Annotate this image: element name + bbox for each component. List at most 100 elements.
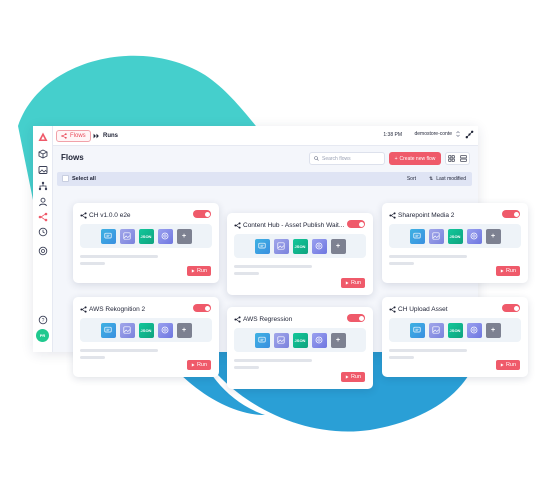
- help-icon[interactable]: ?: [38, 315, 48, 325]
- placeholder-line: [234, 359, 312, 362]
- domain-selector[interactable]: demostore-conte: [414, 131, 460, 137]
- flow-card[interactable]: AWS Regression JSON + Run: [227, 307, 373, 389]
- enable-toggle[interactable]: [347, 314, 365, 322]
- avatar[interactable]: PR: [36, 329, 49, 342]
- placeholder-line: [80, 356, 105, 359]
- hierarchy-icon[interactable]: [38, 181, 48, 191]
- search-placeholder: Search flows: [322, 155, 351, 162]
- clock-icon[interactable]: [38, 227, 48, 237]
- play-icon: [191, 269, 195, 273]
- plus-icon: +: [394, 155, 398, 162]
- image-step-icon[interactable]: [273, 332, 289, 348]
- chat-step-icon[interactable]: [254, 238, 270, 254]
- json-step-icon[interactable]: JSON: [138, 228, 154, 244]
- play-icon: [345, 281, 349, 285]
- run-button[interactable]: Run: [341, 278, 365, 288]
- chat-step-icon[interactable]: [100, 228, 116, 244]
- run-label: Run: [505, 268, 517, 274]
- flow-card[interactable]: CH Upload Asset JSON + Run: [382, 297, 528, 377]
- flow-icon[interactable]: [38, 212, 48, 222]
- add-step-button[interactable]: +: [176, 322, 192, 338]
- card-title: Sharepoint Media 2: [398, 212, 455, 219]
- at-step-icon[interactable]: [466, 322, 482, 338]
- search-input[interactable]: Search flows: [309, 152, 385, 165]
- run-button[interactable]: Run: [496, 360, 520, 370]
- image-step-icon[interactable]: [428, 228, 444, 244]
- add-step-button[interactable]: +: [330, 238, 346, 254]
- add-step-button[interactable]: +: [485, 228, 501, 244]
- chat-step-icon[interactable]: [254, 332, 270, 348]
- placeholder-line: [389, 349, 467, 352]
- chat-step-icon[interactable]: [409, 322, 425, 338]
- svg-text:?: ?: [42, 318, 45, 324]
- sort-label: Sort: [406, 176, 416, 182]
- flow-steps: JSON +: [80, 318, 212, 342]
- image-step-icon[interactable]: [273, 238, 289, 254]
- select-all-bar: Select all Sort ⇅ Last modified: [57, 172, 472, 186]
- at-icon[interactable]: [38, 246, 48, 256]
- select-all-checkbox[interactable]: [62, 175, 69, 182]
- enable-toggle[interactable]: [193, 304, 211, 312]
- sidebar: ? PR: [33, 126, 53, 352]
- enable-toggle[interactable]: [502, 304, 520, 312]
- tab-flows-label: Flows: [70, 133, 86, 139]
- chat-step-icon[interactable]: [409, 228, 425, 244]
- chat-step-icon[interactable]: [100, 322, 116, 338]
- placeholder-line: [389, 255, 467, 258]
- flow-steps: JSON +: [389, 224, 521, 248]
- json-step-icon[interactable]: JSON: [292, 238, 308, 254]
- placeholder-line: [80, 349, 158, 352]
- flow-card[interactable]: AWS Rekognition 2 JSON + Run: [73, 297, 219, 377]
- image-step-icon[interactable]: [428, 322, 444, 338]
- play-icon: [345, 375, 349, 379]
- flow-icon: [389, 212, 396, 219]
- json-step-icon[interactable]: JSON: [292, 332, 308, 348]
- flow-steps: JSON +: [234, 328, 366, 352]
- logo-icon[interactable]: [38, 132, 48, 142]
- image-step-icon[interactable]: [119, 228, 135, 244]
- flow-icon: [80, 306, 87, 313]
- share-network-icon[interactable]: [465, 130, 474, 139]
- tab-flows[interactable]: Flows: [56, 130, 91, 142]
- json-step-icon[interactable]: JSON: [447, 228, 463, 244]
- image-step-icon[interactable]: [119, 322, 135, 338]
- placeholder-line: [234, 272, 259, 275]
- play-icon: [500, 363, 504, 367]
- add-step-button[interactable]: +: [176, 228, 192, 244]
- list-view-button[interactable]: [458, 153, 470, 164]
- sort-dropdown[interactable]: ⇅ Last modified: [429, 176, 466, 182]
- json-step-icon[interactable]: JSON: [138, 322, 154, 338]
- add-step-button[interactable]: +: [485, 322, 501, 338]
- run-button[interactable]: Run: [187, 360, 211, 370]
- enable-toggle[interactable]: [347, 220, 365, 228]
- user-icon[interactable]: [38, 197, 48, 207]
- create-new-flow-button[interactable]: + Create new flow: [389, 152, 441, 165]
- play-icon: [500, 269, 504, 273]
- card-title: AWS Rekognition 2: [89, 306, 146, 313]
- enable-toggle[interactable]: [502, 210, 520, 218]
- at-step-icon[interactable]: [157, 322, 173, 338]
- play-icon: [191, 363, 195, 367]
- cube-icon[interactable]: [38, 149, 48, 159]
- flow-card[interactable]: Content Hub - Asset Publish Wait... JSON…: [227, 213, 373, 295]
- run-button[interactable]: Run: [496, 266, 520, 276]
- run-button[interactable]: Run: [187, 266, 211, 276]
- json-step-icon[interactable]: JSON: [447, 322, 463, 338]
- clock-time: 1:38 PM: [383, 132, 402, 138]
- placeholder-line: [234, 366, 259, 369]
- at-step-icon[interactable]: [157, 228, 173, 244]
- flow-card[interactable]: CH v1.0.0 e2e JSON + Run: [73, 203, 219, 283]
- enable-toggle[interactable]: [193, 210, 211, 218]
- tab-runs[interactable]: Runs: [89, 130, 122, 142]
- add-step-button[interactable]: +: [330, 332, 346, 348]
- grid-view-button[interactable]: [446, 153, 458, 164]
- at-step-icon[interactable]: [466, 228, 482, 244]
- flow-card[interactable]: Sharepoint Media 2 JSON + Run: [382, 203, 528, 283]
- view-toggle: [445, 152, 470, 165]
- run-button[interactable]: Run: [341, 372, 365, 382]
- card-title: Content Hub - Asset Publish Wait...: [243, 222, 345, 229]
- image-icon[interactable]: [38, 165, 48, 175]
- tab-runs-label: Runs: [103, 133, 118, 139]
- at-step-icon[interactable]: [311, 238, 327, 254]
- at-step-icon[interactable]: [311, 332, 327, 348]
